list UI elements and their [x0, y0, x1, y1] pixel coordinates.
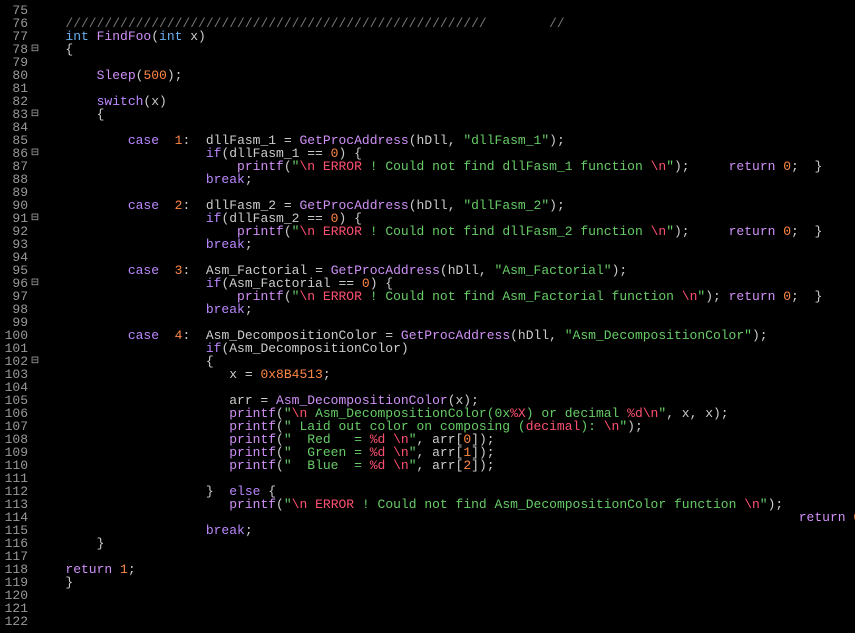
fold-toggle-icon — [28, 472, 42, 485]
fold-toggle-icon — [28, 121, 42, 134]
code-line[interactable]: 93 break; — [0, 238, 855, 251]
code-text[interactable] — [42, 615, 855, 628]
code-text[interactable]: switch(x) — [42, 95, 855, 108]
code-text[interactable] — [42, 550, 855, 563]
fold-toggle-icon — [28, 134, 42, 147]
fold-toggle-icon — [28, 95, 42, 108]
fold-toggle-icon[interactable]: ⊟ — [28, 212, 42, 225]
fold-toggle-icon — [28, 394, 42, 407]
code-text[interactable]: } — [42, 576, 855, 589]
code-line[interactable]: 103 x = 0x8B4513; — [0, 368, 855, 381]
fold-toggle-icon — [28, 537, 42, 550]
fold-toggle-icon — [28, 368, 42, 381]
fold-toggle-icon — [28, 498, 42, 511]
code-text[interactable]: break; — [42, 524, 855, 537]
fold-toggle-icon[interactable]: ⊟ — [28, 43, 42, 56]
fold-toggle-icon — [28, 264, 42, 277]
fold-toggle-icon — [28, 160, 42, 173]
fold-toggle-icon[interactable]: ⊟ — [28, 277, 42, 290]
fold-toggle-icon — [28, 342, 42, 355]
fold-toggle-icon[interactable]: ⊟ — [28, 147, 42, 160]
code-text[interactable]: } — [42, 537, 855, 550]
code-text[interactable]: return 1; — [42, 563, 855, 576]
code-text[interactable]: printf(" Blue = %d \n", arr[2]); — [42, 459, 855, 472]
fold-toggle-icon — [28, 524, 42, 537]
fold-toggle-icon — [28, 17, 42, 30]
code-line[interactable]: 119 } — [0, 576, 855, 589]
code-line[interactable]: 98 break; — [0, 303, 855, 316]
fold-toggle-icon — [28, 433, 42, 446]
fold-toggle-icon — [28, 576, 42, 589]
fold-toggle-icon — [28, 550, 42, 563]
fold-toggle-icon — [28, 186, 42, 199]
code-line[interactable]: 122 — [0, 615, 855, 628]
fold-toggle-icon — [28, 407, 42, 420]
fold-toggle-icon[interactable]: ⊟ — [28, 355, 42, 368]
fold-toggle-icon — [28, 30, 42, 43]
code-line[interactable]: 118 return 1; — [0, 563, 855, 576]
fold-toggle-icon — [28, 69, 42, 82]
fold-toggle-icon — [28, 420, 42, 433]
code-text[interactable]: { — [42, 108, 855, 121]
code-line[interactable]: 116 } — [0, 537, 855, 550]
code-line[interactable]: 120 — [0, 589, 855, 602]
code-editor[interactable]: 7576 ///////////////////////////////////… — [0, 0, 855, 628]
code-line[interactable]: 77 int FindFoo(int x) — [0, 30, 855, 43]
fold-toggle-icon — [28, 459, 42, 472]
fold-toggle-icon — [28, 56, 42, 69]
code-text[interactable]: break; — [42, 303, 855, 316]
fold-toggle-icon — [28, 485, 42, 498]
fold-toggle-icon — [28, 615, 42, 628]
fold-toggle-icon — [28, 316, 42, 329]
fold-toggle-icon — [28, 251, 42, 264]
fold-toggle-icon — [28, 173, 42, 186]
fold-toggle-icon — [28, 303, 42, 316]
code-text[interactable] — [42, 602, 855, 615]
code-line[interactable]: 121 — [0, 602, 855, 615]
code-text[interactable] — [42, 589, 855, 602]
code-text[interactable]: break; — [42, 173, 855, 186]
fold-toggle-icon — [28, 511, 42, 524]
code-text[interactable]: int FindFoo(int x) — [42, 30, 855, 43]
code-line[interactable]: 115 break; — [0, 524, 855, 537]
fold-toggle-icon — [28, 238, 42, 251]
code-line[interactable]: 88 break; — [0, 173, 855, 186]
fold-toggle-icon — [28, 225, 42, 238]
fold-toggle-icon — [28, 602, 42, 615]
code-text[interactable]: Sleep(500); — [42, 69, 855, 82]
line-number: 122 — [0, 615, 28, 628]
fold-toggle-icon — [28, 563, 42, 576]
code-line[interactable]: 82 switch(x) — [0, 95, 855, 108]
code-text[interactable]: x = 0x8B4513; — [42, 368, 855, 381]
fold-toggle-icon[interactable]: ⊟ — [28, 108, 42, 121]
code-line[interactable]: 78⊟ { — [0, 43, 855, 56]
code-text[interactable]: { — [42, 43, 855, 56]
code-line[interactable]: 83⊟ { — [0, 108, 855, 121]
code-line[interactable]: 80 Sleep(500); — [0, 69, 855, 82]
code-line[interactable]: 110 printf(" Blue = %d \n", arr[2]); — [0, 459, 855, 472]
fold-toggle-icon — [28, 82, 42, 95]
fold-toggle-icon — [28, 329, 42, 342]
fold-toggle-icon — [28, 381, 42, 394]
fold-toggle-icon — [28, 589, 42, 602]
fold-toggle-icon — [28, 290, 42, 303]
fold-toggle-icon — [28, 446, 42, 459]
fold-toggle-icon — [28, 199, 42, 212]
code-text[interactable]: break; — [42, 238, 855, 251]
fold-toggle-icon — [28, 4, 42, 17]
